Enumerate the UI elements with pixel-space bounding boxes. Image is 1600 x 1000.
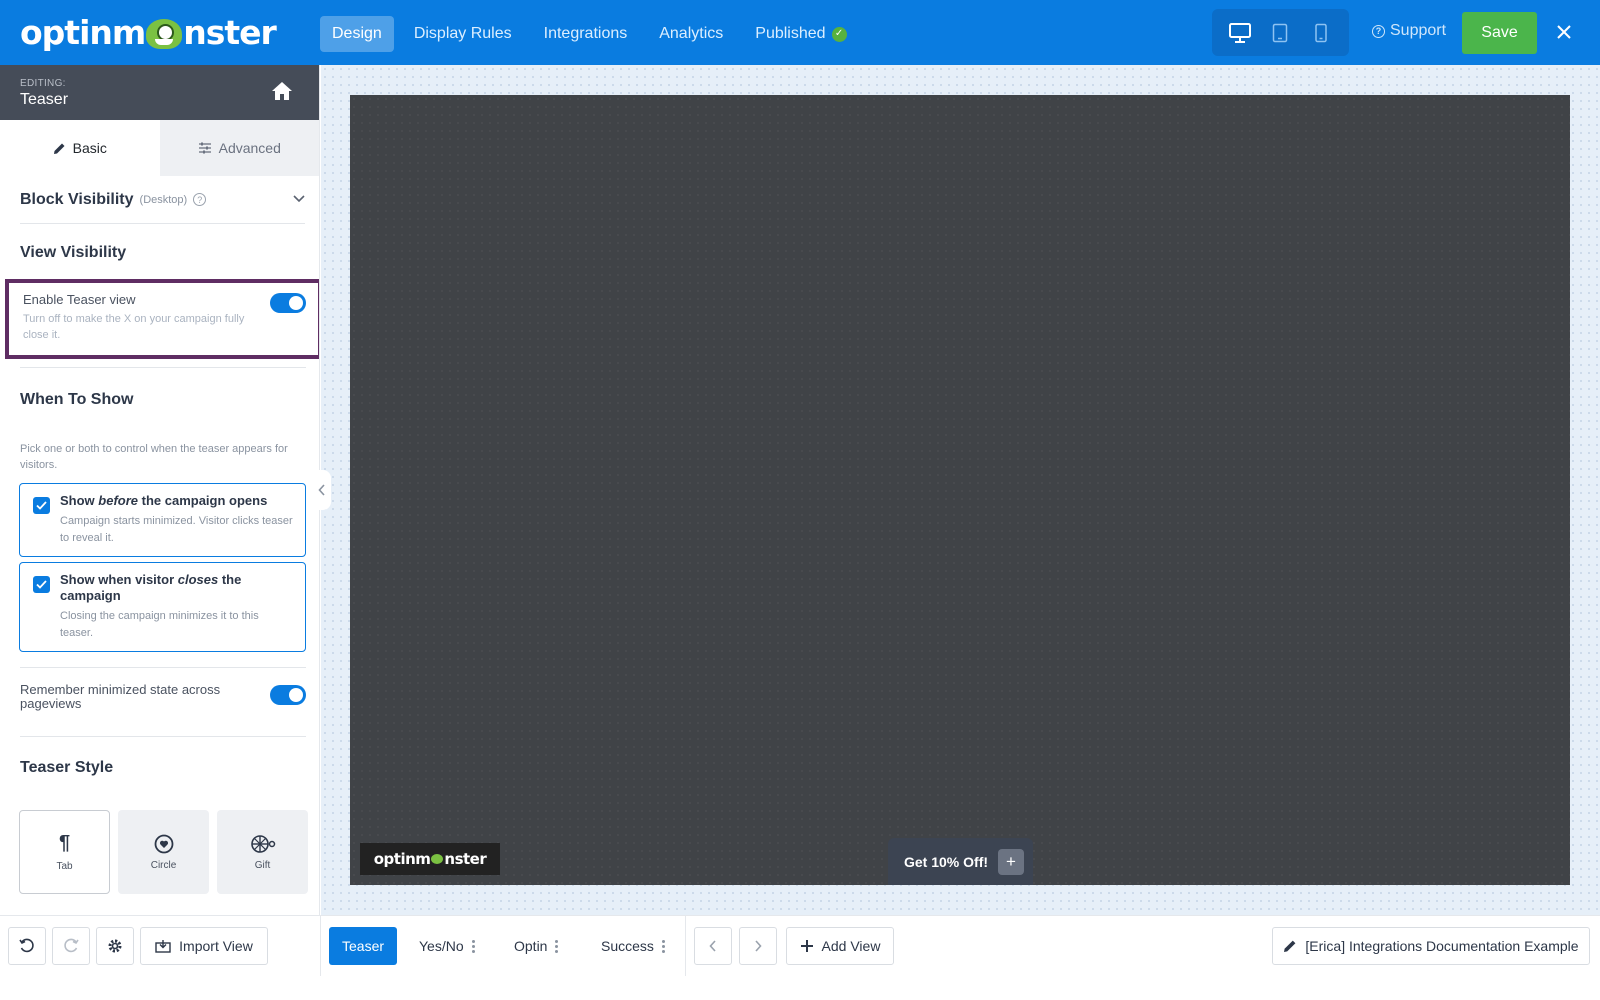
tab-advanced[interactable]: Advanced [159, 120, 319, 176]
tab-basic[interactable]: Basic [0, 120, 160, 176]
gift-icon [250, 834, 275, 853]
nav-integrations[interactable]: Integrations [532, 16, 640, 52]
main-nav: Design Display Rules Integrations Analyt… [320, 16, 867, 52]
next-view-button[interactable] [739, 927, 777, 965]
nav-design[interactable]: Design [320, 16, 394, 52]
undo-button[interactable] [8, 927, 46, 965]
pencil-icon [53, 143, 65, 154]
optinmonster-logo: optinm nster [20, 12, 277, 52]
view-tab-teaser[interactable]: Teaser [329, 927, 398, 965]
pilcrow-icon: ¶ [58, 832, 71, 854]
enable-teaser-label: Enable Teaser view [23, 292, 136, 307]
style-gift-option[interactable]: Gift [217, 810, 308, 894]
style-tab-option[interactable]: ¶ Tab [19, 810, 110, 894]
block-visibility-title: Block Visibility [20, 190, 134, 208]
panel-tabs: Basic Advanced [0, 120, 319, 176]
divider [20, 667, 306, 668]
redo-icon [64, 938, 79, 953]
editing-label: EDITING: [20, 78, 66, 89]
help-icon: ? [1372, 24, 1385, 38]
style-circle-option[interactable]: Circle [118, 810, 209, 894]
show-on-close-option[interactable]: Show when visitor closes the campaign Cl… [19, 562, 306, 652]
chevron-left-icon [318, 484, 325, 496]
show-before-option[interactable]: Show before the campaign opens Campaign … [19, 483, 306, 557]
left-panel: EDITING: Teaser Basic Advanced Block Vis… [0, 65, 320, 915]
view-tab-optin[interactable]: Optin [501, 927, 571, 965]
previous-view-button[interactable] [694, 927, 732, 965]
block-visibility-row[interactable]: Block Visibility (Desktop) ? [20, 176, 305, 224]
mini-monster-icon [431, 854, 444, 864]
close-icon[interactable] [1550, 18, 1578, 46]
desktop-preview-icon[interactable] [1224, 17, 1256, 49]
view-visibility-title: View Visibility [20, 244, 127, 261]
teaser-text[interactable]: Get 10% Off! [904, 854, 988, 870]
separator [685, 916, 686, 976]
collapse-panel-handle[interactable] [313, 470, 331, 510]
redo-button[interactable] [52, 927, 90, 965]
published-check-icon: ✓ [831, 26, 847, 42]
chevron-right-icon [755, 940, 762, 952]
sliders-icon [198, 142, 211, 154]
chevron-left-icon [709, 940, 716, 952]
campaign-preview-canvas: optinm nster Get 10% Off! + [350, 95, 1570, 885]
when-to-show-title: When To Show [20, 391, 134, 408]
question-icon[interactable]: ? [193, 193, 207, 206]
pencil-icon [1284, 940, 1296, 952]
settings-button[interactable] [96, 927, 134, 965]
powered-by-logo[interactable]: optinm nster [360, 843, 500, 875]
chevron-down-icon[interactable] [293, 193, 305, 205]
view-tab-yes-no[interactable]: Yes/No [406, 927, 488, 965]
undo-icon [19, 938, 34, 953]
option-description: Closing the campaign minimizes it to thi… [60, 610, 259, 639]
editing-header: EDITING: Teaser [0, 65, 319, 120]
nav-analytics[interactable]: Analytics [647, 16, 735, 52]
nav-published[interactable]: Published ✓ [743, 16, 858, 52]
view-tab-success[interactable]: Success [588, 927, 678, 965]
remember-state-label: Remember minimized state across pageview… [20, 682, 221, 711]
top-bar: optinm nster Design Display Rules Integra… [0, 0, 1600, 65]
option-description: Campaign starts minimized. Visitor click… [60, 515, 293, 544]
plus-icon[interactable]: + [998, 848, 1025, 875]
teaser-style-title: Teaser Style [20, 759, 114, 776]
checkbox-checked-icon[interactable] [33, 576, 50, 593]
remember-state-toggle[interactable] [270, 685, 306, 705]
more-options-icon[interactable] [555, 939, 559, 953]
import-view-button[interactable]: Import View [140, 927, 268, 965]
plus-icon [800, 940, 813, 952]
option-title: Show before the campaign opens [60, 493, 268, 508]
checkbox-checked-icon[interactable] [33, 497, 50, 514]
more-options-icon[interactable] [661, 939, 665, 953]
add-view-button[interactable]: Add View [786, 927, 894, 965]
import-icon [155, 940, 171, 953]
when-to-show-description: Pick one or both to control when the tea… [20, 443, 288, 471]
device-preview-group [1212, 9, 1349, 56]
monster-mascot-icon [146, 19, 183, 49]
campaign-name-button[interactable]: [Erica] Integrations Documentation Examp… [1272, 927, 1590, 965]
more-options-icon[interactable] [471, 939, 475, 953]
save-button[interactable]: Save [1462, 12, 1537, 54]
heart-circle-icon [154, 834, 173, 853]
block-visibility-subtitle: (Desktop) [139, 193, 188, 206]
separator [320, 916, 321, 976]
editing-name: Teaser [20, 91, 69, 108]
option-title: Show when visitor closes the campaign [60, 572, 242, 603]
enable-teaser-description: Turn off to make the X on your campaign … [23, 313, 245, 341]
teaser-tab-preview[interactable]: Get 10% Off! + [888, 838, 1033, 885]
tablet-preview-icon[interactable] [1264, 17, 1296, 49]
divider [20, 367, 306, 368]
divider [20, 736, 306, 737]
enable-teaser-toggle[interactable] [270, 293, 306, 313]
mobile-preview-icon[interactable] [1305, 17, 1337, 49]
home-icon[interactable] [271, 81, 293, 101]
gear-icon [108, 939, 122, 953]
support-link[interactable]: ? Support [1372, 22, 1446, 40]
enable-teaser-setting: Enable Teaser view Turn off to make the … [5, 279, 319, 359]
bottom-bar: Import View Teaser Yes/No Optin Success … [0, 915, 1600, 1000]
nav-display-rules[interactable]: Display Rules [402, 16, 524, 52]
